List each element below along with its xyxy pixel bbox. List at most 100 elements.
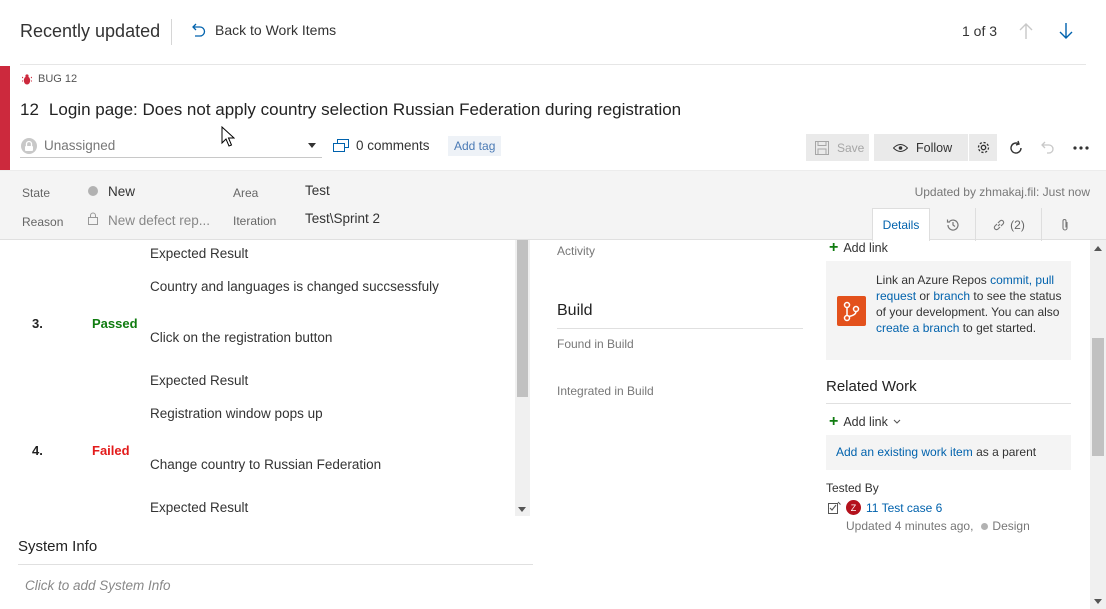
divider [18,564,533,565]
tab-attachments[interactable] [1042,208,1088,241]
back-link-label: Back to Work Items [215,22,337,38]
history-icon [946,218,959,231]
state-label: State [22,186,51,200]
comments-link[interactable]: 0 comments [333,138,430,153]
more-ellipsis-icon [1073,146,1089,150]
back-to-work-items-link[interactable]: Back to Work Items [191,22,336,38]
work-item-fields: State New Reason New defect rep... Area … [0,170,1106,241]
work-item-header: BUG 12 12 Login page: Does not apply coun… [0,66,1092,170]
more-actions-button[interactable] [1071,138,1091,158]
lock-icon [88,212,98,225]
work-item-tabs: Details (2) [872,208,1088,241]
reason-field: New defect rep... [108,213,211,228]
area-label: Area [233,186,259,200]
step-action[interactable]: Click on the registration button [150,330,332,345]
iteration-label: Iteration [233,214,277,228]
scroll-up-arrow-icon[interactable] [1094,246,1102,251]
add-link-label: Add link [843,415,888,429]
area-field[interactable]: Test [305,183,330,198]
add-link-label: Add link [843,241,888,255]
step-number: 4. [32,443,43,458]
assigned-to-dropdown[interactable]: Unassigned [20,134,322,158]
related-work-add-link-button[interactable]: + Add link [829,413,901,430]
branch-link[interactable]: branch [933,289,970,303]
scroll-down-arrow-icon[interactable] [1094,599,1102,604]
work-item-title-text: Login page: Does not apply country selec… [48,100,682,119]
step-expected-result[interactable]: Country and languages is changed succses… [150,279,439,294]
scrollbar-thumb[interactable] [517,240,528,397]
scroll-down-arrow-icon[interactable] [518,507,526,512]
reason-label: Reason [22,215,64,229]
tab-history[interactable] [930,208,976,241]
step-status-passed: Passed [92,316,138,331]
work-item-type-label: BUG 12 [38,73,78,85]
state-indicator-dot [981,522,989,530]
revert-button[interactable] [1038,138,1058,158]
tested-by-label: Tested By [826,481,879,495]
pager-count: 1 of 3 [962,23,998,39]
undo-arrow-icon [192,23,206,37]
follow-label: Follow [916,140,953,155]
activity-label: Activity [557,244,596,258]
previous-arrow-up-icon[interactable] [1017,21,1035,41]
integrated-in-build-label[interactable]: Integrated in Build [557,384,654,398]
plus-icon: + [829,413,839,430]
step-expected-result[interactable]: Registration window pops up [150,406,323,421]
test-case-state: Design [992,519,1030,533]
work-item-id: 12 [20,100,39,119]
gear-icon [977,141,989,154]
bug-color-bar [0,66,10,170]
iteration-field[interactable]: Test\Sprint 2 [305,211,380,226]
refresh-icon [1010,140,1022,154]
comments-count: 0 comments [356,138,430,153]
work-item-title[interactable]: 12 Login page: Does not apply country sel… [20,100,681,120]
top-divider [20,64,1086,65]
last-updated-text: Updated by zhmakaj.fil: Just now [914,185,1090,199]
info-text: to get started. [959,321,1037,335]
add-existing-work-item-link[interactable]: Add an existing work item [836,445,973,459]
follow-button[interactable]: Follow [874,134,968,161]
bug-icon [22,73,32,84]
assigned-to-value: Unassigned [44,138,116,153]
scrollbar-thumb[interactable] [1092,338,1104,456]
save-button[interactable]: Save [806,134,869,161]
divider [171,19,172,45]
page-scrollbar[interactable] [1090,240,1106,609]
settings-button[interactable] [969,134,997,161]
unassigned-avatar-icon [21,137,37,154]
build-heading: Build [557,302,593,319]
test-case-meta: Updated 4 minutes ago, Design [846,519,1030,533]
links-count: (2) [1010,217,1025,232]
step-number: 3. [32,316,43,331]
tab-links[interactable]: (2) [976,208,1042,241]
found-in-build-label[interactable]: Found in Build [557,337,634,351]
state-field[interactable]: New [108,184,135,199]
link-icon [994,219,1005,230]
work-item-type: BUG 12 [22,73,77,85]
test-case-link[interactable]: 11 Test case 6 [866,501,942,515]
development-info-box: Link an Azure Repos commit, pull request… [826,261,1071,360]
refresh-button[interactable] [1006,138,1026,158]
next-arrow-down-icon[interactable] [1057,21,1075,41]
linked-test-case[interactable]: Z 11 Test case 6 [828,500,942,515]
add-tag-button[interactable]: Add tag [448,136,502,156]
comment-icon [333,138,349,152]
commit-link[interactable]: commit, [990,273,1032,287]
development-info-text: Link an Azure Repos commit, pull request… [876,272,1062,336]
undo-icon [1041,141,1054,154]
steps-scrollbar[interactable] [515,240,530,516]
info-text: or [916,289,934,303]
system-info-field[interactable]: Click to add System Info [25,578,171,593]
step-action[interactable]: Change country to Russian Federation [150,457,381,472]
save-label: Save [837,140,865,155]
step-expected-label: Expected Result [150,373,249,388]
development-add-link-button[interactable]: + Add link [829,240,888,256]
tab-details[interactable]: Details [872,208,930,241]
test-case-icon [828,501,841,514]
state-indicator-dot [88,186,98,196]
system-info-heading: System Info [18,538,98,555]
avatar: Z [846,500,861,515]
create-branch-link[interactable]: create a branch [876,321,959,335]
top-bar: Recently updated Back to Work Items 1 of… [0,0,1106,65]
related-work-heading: Related Work [826,378,917,395]
